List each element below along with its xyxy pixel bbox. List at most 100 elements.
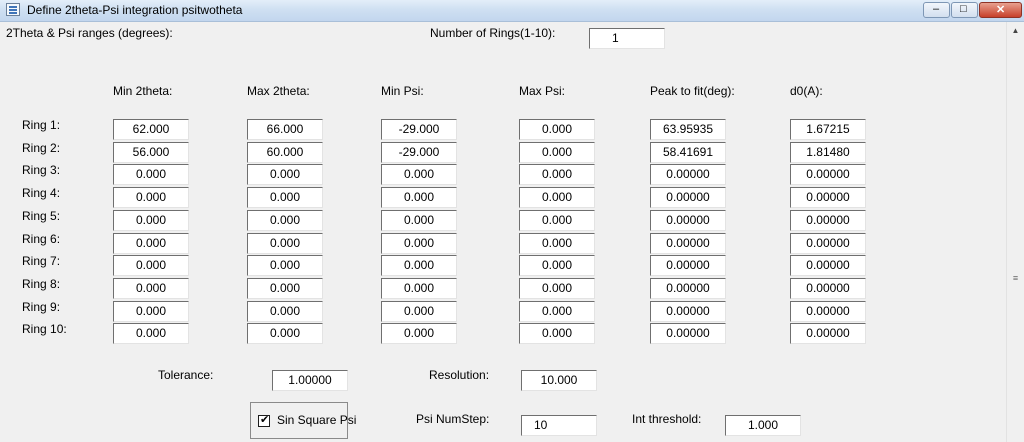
ring-1-max-psi-input[interactable]: 0.000 xyxy=(519,119,595,140)
window-title: Define 2theta-Psi integration psitwothet… xyxy=(27,3,243,17)
ring-2-min-2theta-input[interactable]: 56.000 xyxy=(113,142,189,163)
ring-4-peak-to-fit-input[interactable]: 0.00000 xyxy=(650,187,726,208)
tolerance-label: Tolerance: xyxy=(158,368,214,382)
ring-8-label: Ring 8: xyxy=(22,277,61,291)
tolerance-input[interactable]: 1.00000 xyxy=(272,370,348,391)
ring-8-max-psi-input[interactable]: 0.000 xyxy=(519,278,595,299)
ring-2-d0-input[interactable]: 1.81480 xyxy=(790,142,866,163)
ring-9-min-psi-input[interactable]: 0.000 xyxy=(381,301,457,322)
ring-6-max-psi-input[interactable]: 0.000 xyxy=(519,233,595,254)
ring-6-min-2theta-input[interactable]: 0.000 xyxy=(113,233,189,254)
ring-10-max-psi-input[interactable]: 0.000 xyxy=(519,323,595,344)
ring-9-d0-input[interactable]: 0.00000 xyxy=(790,301,866,322)
ring-1-label: Ring 1: xyxy=(22,118,61,132)
ring-5-min-psi-input[interactable]: 0.000 xyxy=(381,210,457,231)
ring-3-max-2theta-input[interactable]: 0.000 xyxy=(247,164,323,185)
psi-numstep-label: Psi NumStep: xyxy=(416,412,490,426)
psi-numstep-input[interactable]: 10 xyxy=(521,415,597,436)
ring-9-max-2theta-input[interactable]: 0.000 xyxy=(247,301,323,322)
ring-8-min-2theta-input[interactable]: 0.000 xyxy=(113,278,189,299)
app-icon xyxy=(6,3,20,16)
ring-10-label: Ring 10: xyxy=(22,322,67,336)
ring-5-min-2theta-input[interactable]: 0.000 xyxy=(113,210,189,231)
ring-7-max-psi-input[interactable]: 0.000 xyxy=(519,255,595,276)
ring-8-d0-input[interactable]: 0.00000 xyxy=(790,278,866,299)
ring-2-max-2theta-input[interactable]: 60.000 xyxy=(247,142,323,163)
column-header-peak-to-fit: Peak to fit(deg): xyxy=(650,84,735,98)
ring-4-max-2theta-input[interactable]: 0.000 xyxy=(247,187,323,208)
scroll-grip-icon[interactable]: ≡ xyxy=(1007,272,1024,284)
ring-2-min-psi-input[interactable]: -29.000 xyxy=(381,142,457,163)
ring-7-peak-to-fit-input[interactable]: 0.00000 xyxy=(650,255,726,276)
ring-4-d0-input[interactable]: 0.00000 xyxy=(790,187,866,208)
ring-6-max-2theta-input[interactable]: 0.000 xyxy=(247,233,323,254)
maximize-icon: □ xyxy=(960,3,967,15)
num-rings-input[interactable]: 1 xyxy=(589,28,665,49)
column-header-min-psi: Min Psi: xyxy=(381,84,424,98)
ring-7-d0-input[interactable]: 0.00000 xyxy=(790,255,866,276)
ring-10-max-2theta-input[interactable]: 0.000 xyxy=(247,323,323,344)
ring-10-d0-input[interactable]: 0.00000 xyxy=(790,323,866,344)
column-header-max-2theta: Max 2theta: xyxy=(247,84,310,98)
ring-3-label: Ring 3: xyxy=(22,163,61,177)
ring-1-d0-input[interactable]: 1.67215 xyxy=(790,119,866,140)
sin-square-psi-checkbox[interactable]: ✔ xyxy=(258,414,270,427)
ring-7-min-2theta-input[interactable]: 0.000 xyxy=(113,255,189,276)
ring-10-min-2theta-input[interactable]: 0.000 xyxy=(113,323,189,344)
ring-6-label: Ring 6: xyxy=(22,232,61,246)
ring-8-min-psi-input[interactable]: 0.000 xyxy=(381,278,457,299)
ring-8-max-2theta-input[interactable]: 0.000 xyxy=(247,278,323,299)
column-header-min-2theta: Min 2theta: xyxy=(113,84,173,98)
ring-8-peak-to-fit-input[interactable]: 0.00000 xyxy=(650,278,726,299)
int-threshold-label: Int threshold: xyxy=(632,412,702,426)
ranges-label: 2Theta & Psi ranges (degrees): xyxy=(6,26,173,40)
ring-5-label: Ring 5: xyxy=(22,209,61,223)
ring-4-min-2theta-input[interactable]: 0.000 xyxy=(113,187,189,208)
ring-5-d0-input[interactable]: 0.00000 xyxy=(790,210,866,231)
close-icon: ✕ xyxy=(996,4,1006,16)
column-header-d0: d0(A): xyxy=(790,84,823,98)
ring-2-max-psi-input[interactable]: 0.000 xyxy=(519,142,595,163)
ring-6-min-psi-input[interactable]: 0.000 xyxy=(381,233,457,254)
ring-7-max-2theta-input[interactable]: 0.000 xyxy=(247,255,323,276)
ring-3-d0-input[interactable]: 0.00000 xyxy=(790,164,866,185)
ring-2-peak-to-fit-input[interactable]: 58.41691 xyxy=(650,142,726,163)
vertical-scrollbar[interactable]: ▲ ≡ xyxy=(1006,22,1024,442)
ring-3-max-psi-input[interactable]: 0.000 xyxy=(519,164,595,185)
sin-square-psi-label: Sin Square Psi xyxy=(277,413,357,427)
resolution-input[interactable]: 10.000 xyxy=(521,370,597,391)
close-button[interactable]: ✕ xyxy=(979,2,1022,18)
ring-10-min-psi-input[interactable]: 0.000 xyxy=(381,323,457,344)
ring-6-peak-to-fit-input[interactable]: 0.00000 xyxy=(650,233,726,254)
ring-10-peak-to-fit-input[interactable]: 0.00000 xyxy=(650,323,726,344)
ring-1-max-2theta-input[interactable]: 66.000 xyxy=(247,119,323,140)
resolution-label: Resolution: xyxy=(429,368,490,382)
ring-4-label: Ring 4: xyxy=(22,186,61,200)
ring-5-peak-to-fit-input[interactable]: 0.00000 xyxy=(650,210,726,231)
ring-4-max-psi-input[interactable]: 0.000 xyxy=(519,187,595,208)
ring-1-min-psi-input[interactable]: -29.000 xyxy=(381,119,457,140)
num-rings-label: Number of Rings(1-10): xyxy=(430,26,556,40)
ring-5-max-2theta-input[interactable]: 0.000 xyxy=(247,210,323,231)
ring-5-max-psi-input[interactable]: 0.000 xyxy=(519,210,595,231)
dialog-content: 2Theta & Psi ranges (degrees): Number of… xyxy=(0,22,1007,442)
checkmark-icon: ✔ xyxy=(260,414,270,426)
ring-6-d0-input[interactable]: 0.00000 xyxy=(790,233,866,254)
ring-9-label: Ring 9: xyxy=(22,300,61,314)
ring-1-peak-to-fit-input[interactable]: 63.95935 xyxy=(650,119,726,140)
ring-9-max-psi-input[interactable]: 0.000 xyxy=(519,301,595,322)
ring-3-min-2theta-input[interactable]: 0.000 xyxy=(113,164,189,185)
int-threshold-input[interactable]: 1.000 xyxy=(725,415,801,436)
sin-square-psi-group[interactable]: ✔ Sin Square Psi xyxy=(250,402,356,439)
ring-3-peak-to-fit-input[interactable]: 0.00000 xyxy=(650,164,726,185)
ring-3-min-psi-input[interactable]: 0.000 xyxy=(381,164,457,185)
title-bar[interactable]: Define 2theta-Psi integration psitwothet… xyxy=(0,0,1024,22)
ring-7-min-psi-input[interactable]: 0.000 xyxy=(381,255,457,276)
ring-9-min-2theta-input[interactable]: 0.000 xyxy=(113,301,189,322)
scroll-up-arrow-icon[interactable]: ▲ xyxy=(1007,22,1024,39)
minimize-button[interactable]: – xyxy=(923,2,950,18)
ring-9-peak-to-fit-input[interactable]: 0.00000 xyxy=(650,301,726,322)
ring-1-min-2theta-input[interactable]: 62.000 xyxy=(113,119,189,140)
ring-4-min-psi-input[interactable]: 0.000 xyxy=(381,187,457,208)
maximize-button[interactable]: □ xyxy=(951,2,978,18)
